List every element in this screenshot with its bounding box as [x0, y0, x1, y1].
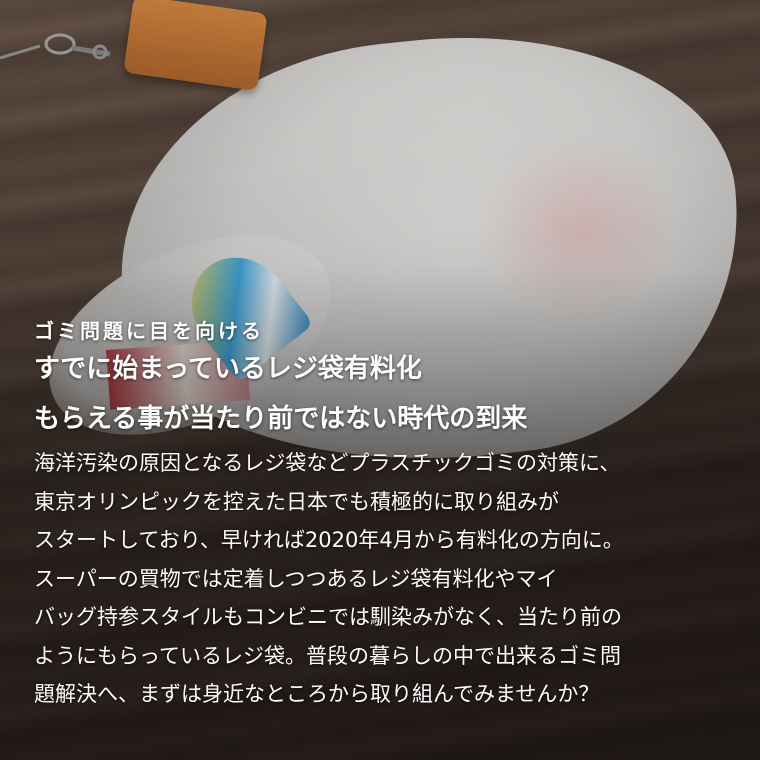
body-line: 題解決へ、まずは身近なところから取り組んでみませんか？ — [34, 682, 600, 706]
body-text: 海洋汚染の原因となるレジ袋などプラスチックゴミの対策に、 東京オリンピックを控え… — [34, 444, 734, 714]
body-line: 東京オリンピックを控えた日本でも積極的に取り組みが — [34, 489, 559, 514]
text-block: ゴミ問題に目を向ける すでに始まっているレジ袋有料化 もらえる事が当たり前ではな… — [34, 318, 734, 714]
subtitle: ゴミ問題に目を向ける — [34, 319, 264, 343]
headline-line-2: もらえる事が当たり前ではない時代の到来 — [34, 404, 528, 434]
body-line: スタートしており、早ければ2020年4月から有料化の方向に。 — [34, 528, 624, 552]
body-line: ようにもらっているレジ袋。普段の暮らしの中で出来るゴミ問 — [34, 643, 621, 668]
headline-line-1: すでに始まっているレジ袋有料化 — [34, 354, 422, 384]
body-line: スーパーの買物では定着しつつあるレジ袋有料化やマイ — [34, 566, 558, 591]
body-line: 海洋汚染の原因となるレジ袋などプラスチックゴミの対策に、 — [34, 451, 621, 475]
body-line: バッグ持参スタイルもコンビニでは馴染みがなく、当たり前の — [34, 605, 622, 629]
